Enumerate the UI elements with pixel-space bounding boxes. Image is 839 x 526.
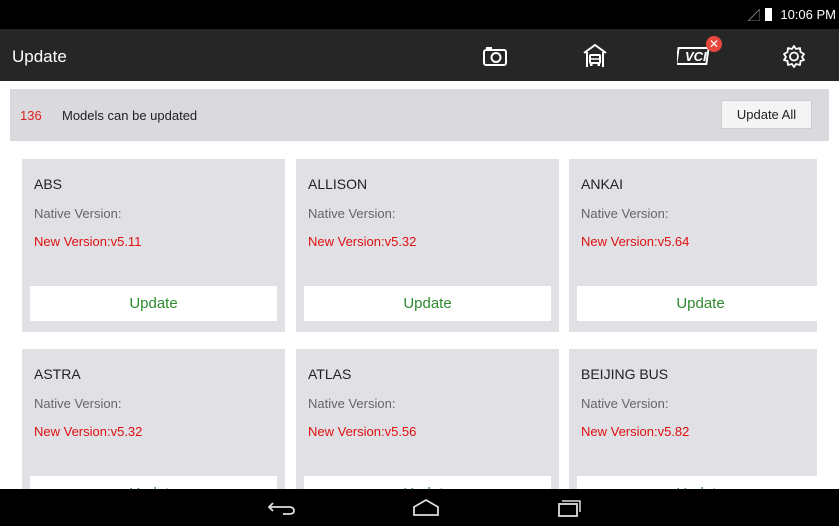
native-version-label: Native Version: xyxy=(308,206,396,221)
model-card: ASTRA Native Version: New Version:v5.32 … xyxy=(22,349,285,489)
model-name: BEIJING BUS xyxy=(581,366,669,382)
recent-apps-icon[interactable] xyxy=(553,497,585,519)
status-bar: 10:06 PM xyxy=(0,0,839,29)
new-version-label: New Version:v5.56 xyxy=(308,424,417,439)
model-card: ANKAI Native Version: New Version:v5.64 … xyxy=(569,159,817,332)
update-summary-bar: 136 Models can be updated Update All xyxy=(10,89,829,141)
native-version-label: Native Version: xyxy=(581,206,669,221)
update-button[interactable]: Update xyxy=(577,286,817,321)
garage-icon[interactable] xyxy=(580,41,610,71)
update-count: 136 xyxy=(20,108,42,123)
model-name: ANKAI xyxy=(581,176,624,192)
new-version-label: New Version:v5.64 xyxy=(581,234,690,249)
system-nav-bar xyxy=(0,489,839,526)
battery-icon xyxy=(765,8,772,21)
app-bar: Update VCI ✕ xyxy=(0,29,839,81)
signal-icon xyxy=(748,9,760,21)
settings-icon[interactable] xyxy=(779,41,809,71)
home-icon[interactable] xyxy=(410,497,442,519)
new-version-label: New Version:v5.32 xyxy=(34,424,143,439)
model-name: ASTRA xyxy=(34,366,81,382)
update-button[interactable]: Update xyxy=(577,476,817,489)
update-button[interactable]: Update xyxy=(304,286,551,321)
page-title: Update xyxy=(12,47,67,66)
native-version-label: Native Version: xyxy=(34,206,122,221)
model-name: ABS xyxy=(34,176,63,192)
model-name: ALLISON xyxy=(308,176,368,192)
update-button[interactable]: Update xyxy=(30,286,277,321)
model-card: ATLAS Native Version: New Version:v5.56 … xyxy=(296,349,559,489)
new-version-label: New Version:v5.11 xyxy=(34,234,142,249)
model-card: ALLISON Native Version: New Version:v5.3… xyxy=(296,159,559,332)
model-card: BEIJING BUS Native Version: New Version:… xyxy=(569,349,817,489)
vci-disconnected-badge: ✕ xyxy=(706,36,722,52)
native-version-label: Native Version: xyxy=(34,396,122,411)
model-card: ABS Native Version: New Version:v5.11 Up… xyxy=(22,159,285,332)
native-version-label: Native Version: xyxy=(308,396,396,411)
update-button[interactable]: Update xyxy=(30,476,277,489)
camera-icon[interactable] xyxy=(480,41,510,71)
model-grid: ABS Native Version: New Version:v5.11 Up… xyxy=(22,159,817,489)
model-name: ATLAS xyxy=(308,366,352,382)
update-button[interactable]: Update xyxy=(304,476,551,489)
native-version-label: Native Version: xyxy=(581,396,669,411)
new-version-label: New Version:v5.82 xyxy=(581,424,690,439)
update-all-button[interactable]: Update All xyxy=(721,100,812,129)
vci-label: VCI xyxy=(685,49,707,64)
back-icon[interactable] xyxy=(266,497,298,519)
new-version-label: New Version:v5.32 xyxy=(308,234,417,249)
update-summary-text: Models can be updated xyxy=(62,108,198,123)
status-clock: 10:06 PM xyxy=(780,7,836,22)
